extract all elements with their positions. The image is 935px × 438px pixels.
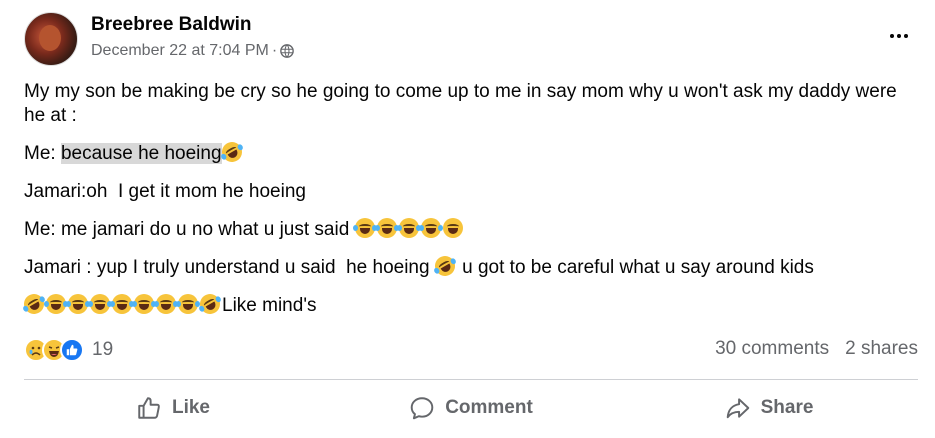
more-options-icon[interactable] [884,26,914,46]
rofl-emoji-icon [431,252,459,280]
share-label: Share [760,397,814,418]
like-button[interactable]: Like [24,384,322,432]
post-line-5: Jamari : yup I truly understand u said h… [24,252,914,280]
joy-emoji-icon [110,294,134,314]
joy-emoji-icon [132,294,156,314]
post-line-4: Me: me jamari do u no what u just said [24,218,914,242]
actions-divider [24,379,918,380]
reactions-summary[interactable]: 19 [24,338,113,362]
post-actions-bar: Like Comment Share [24,384,918,432]
joy-emoji-icon [44,294,68,314]
comment-button[interactable]: Comment [322,384,620,432]
joy-emoji-icon [418,218,443,238]
post-line-6: Like mind's [20,290,914,318]
post-timestamp[interactable]: December 22 at 7:04 PM [91,42,269,60]
joy-emoji-icon [154,294,178,314]
post-line-3: Jamari:oh I get it mom he hoeing [24,181,306,202]
share-button[interactable]: Share [620,384,918,432]
share-arrow-icon [726,398,749,419]
like-reaction-icon [60,338,84,362]
post-header: Breebree Baldwin December 22 at 7:04 PM … [24,12,914,68]
joy-emoji-icon [88,294,112,314]
comment-bubble-icon [410,397,434,420]
joy-emoji-icon [374,218,399,238]
like-label: Like [171,397,211,418]
highlighted-text: because he hoeing [60,143,222,164]
post-body: My my son be making be cry so he going t… [20,80,914,332]
meta-separator: · [271,42,278,59]
comments-count-link[interactable]: 30 comments [715,338,829,360]
post-line-1: My my son be making be cry so he going t… [24,81,903,126]
joy-emoji-icon [352,218,377,238]
shares-count-link[interactable]: 2 shares [845,338,918,360]
rofl-emoji-icon [196,290,224,318]
joy-emoji-icon [396,218,421,238]
post-meta: December 22 at 7:04 PM · [91,42,295,60]
thumbs-up-icon [138,397,160,419]
post-stats: 19 30 comments 2 shares [24,338,918,366]
globe-icon[interactable] [280,44,295,58]
laughing-emoji-icon [442,218,463,238]
reaction-count: 19 [92,339,114,360]
author-name[interactable]: Breebree Baldwin [91,14,252,36]
joy-emoji-icon [176,294,200,314]
joy-emoji-icon [66,294,90,314]
engagement-counts: 30 comments 2 shares [715,338,918,360]
comment-label: Comment [445,397,533,418]
author-avatar[interactable] [24,12,78,66]
post-line-2: Me: because he hoeing [24,138,914,166]
